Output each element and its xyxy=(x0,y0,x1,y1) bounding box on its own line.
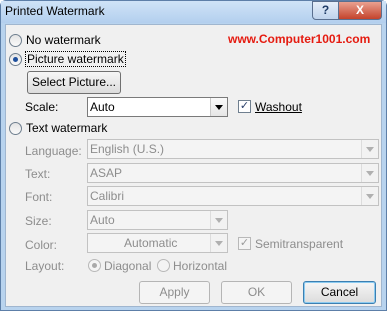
no-watermark-radio[interactable] xyxy=(9,34,22,47)
close-button[interactable]: X xyxy=(338,1,382,20)
size-label: Size: xyxy=(25,214,52,228)
layout-horizontal-radio[interactable] xyxy=(157,259,170,272)
color-value: Automatic xyxy=(124,236,178,250)
help-button[interactable]: ? xyxy=(312,1,339,20)
text-select[interactable]: ASAP xyxy=(87,163,379,183)
radio-selected-dot xyxy=(92,263,97,268)
ok-label: OK xyxy=(247,285,266,299)
scale-label: Scale: xyxy=(25,100,59,114)
window-title: Printed Watermark xyxy=(5,4,105,18)
site-watermark-text: www.Computer1001.com xyxy=(228,32,371,46)
font-label: Font: xyxy=(25,190,53,204)
cancel-button[interactable]: Cancel xyxy=(303,281,376,304)
language-value: English (U.S.) xyxy=(90,142,165,156)
font-value: Calibri xyxy=(90,189,125,203)
washout-checkbox[interactable]: ✓ xyxy=(238,100,251,113)
picture-watermark-radio[interactable] xyxy=(9,53,22,66)
picture-watermark-label[interactable]: Picture watermark xyxy=(25,51,126,67)
layout-diagonal-radio[interactable] xyxy=(88,259,101,272)
radio-selected-dot xyxy=(13,57,18,62)
ok-button[interactable]: OK xyxy=(221,281,292,304)
chevron-down-icon[interactable] xyxy=(361,164,378,182)
language-select[interactable]: English (U.S.) xyxy=(87,139,379,159)
cancel-label: Cancel xyxy=(320,285,359,299)
font-select[interactable]: Calibri xyxy=(87,186,379,206)
color-label: Color: xyxy=(25,238,58,252)
layout-diagonal-label[interactable]: Diagonal xyxy=(104,259,151,273)
chevron-down-icon[interactable] xyxy=(210,98,227,116)
select-picture-button[interactable]: Select Picture... xyxy=(27,71,121,94)
washout-label[interactable]: Washout xyxy=(255,100,302,114)
chevron-down-icon[interactable] xyxy=(361,140,378,158)
language-label: Language: xyxy=(25,144,82,158)
apply-label: Apply xyxy=(159,285,190,299)
text-watermark-radio[interactable] xyxy=(9,122,22,135)
semitransparent-label[interactable]: Semitransparent xyxy=(255,237,343,251)
apply-button[interactable]: Apply xyxy=(139,281,210,304)
layout-horizontal-label[interactable]: Horizontal xyxy=(173,259,227,273)
chevron-down-icon[interactable] xyxy=(210,234,227,252)
scale-value: Auto xyxy=(90,100,115,114)
help-icon: ? xyxy=(321,3,330,17)
title-bar[interactable]: Printed Watermark ? X xyxy=(1,1,386,23)
color-select[interactable]: Automatic xyxy=(87,233,228,253)
select-picture-label: Select Picture... xyxy=(31,75,117,89)
dialog-window: Printed Watermark ? X www.Computer1001.c… xyxy=(0,0,387,311)
semitransparent-checkbox[interactable]: ✓ xyxy=(238,237,251,250)
size-value: Auto xyxy=(90,213,115,227)
text-value: ASAP xyxy=(90,166,123,180)
close-icon: X xyxy=(355,3,364,17)
chevron-down-icon[interactable] xyxy=(210,211,227,229)
text-label: Text: xyxy=(25,167,51,181)
scale-select[interactable]: Auto xyxy=(87,97,228,117)
layout-label: Layout: xyxy=(25,259,65,273)
dialog-body: www.Computer1001.com No watermark Pictur… xyxy=(5,24,382,307)
size-select[interactable]: Auto xyxy=(87,210,228,230)
no-watermark-label[interactable]: No watermark xyxy=(26,33,101,47)
chevron-down-icon[interactable] xyxy=(361,187,378,205)
text-watermark-label[interactable]: Text watermark xyxy=(26,121,107,135)
